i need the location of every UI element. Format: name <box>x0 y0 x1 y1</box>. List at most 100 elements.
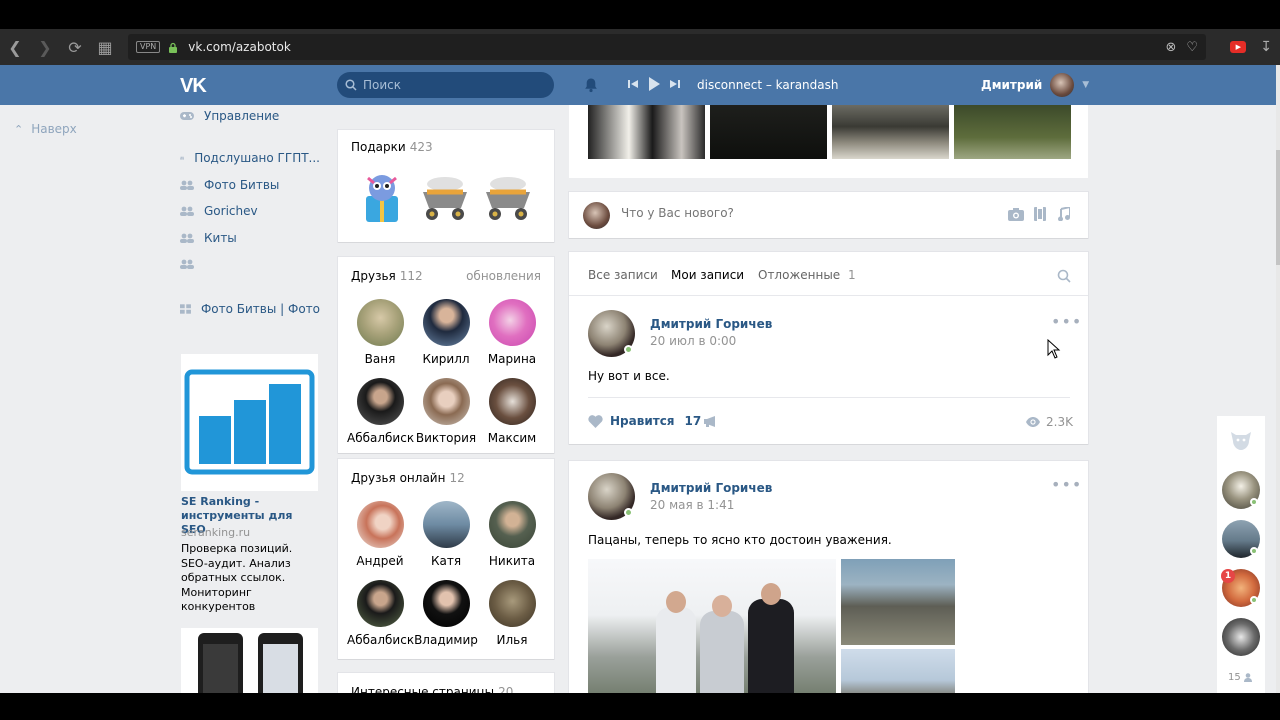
sidebar-item-app[interactable]: Фото Битвы | Фото <box>180 296 320 323</box>
sidebar-item-label: Киты <box>204 230 237 245</box>
friend-item[interactable]: Илья <box>479 580 545 647</box>
back-icon[interactable]: ❮ <box>0 29 30 65</box>
tab-postponed[interactable]: Отложенные 1 <box>758 268 856 282</box>
photo-thumb[interactable] <box>954 105 1071 159</box>
speed-dial-icon[interactable]: ▦ <box>90 29 120 65</box>
friends-title[interactable]: Друзья 112 <box>351 269 423 283</box>
page-scrollbar[interactable] <box>1276 65 1280 693</box>
share-megaphone-icon[interactable] <box>704 416 718 427</box>
online-indicator <box>1250 596 1258 604</box>
reload-icon[interactable]: ⟳ <box>60 29 90 65</box>
post-photo[interactable] <box>841 559 955 645</box>
avatar <box>422 501 470 548</box>
friend-item[interactable]: Аббалбиск <box>347 580 414 647</box>
gift-item[interactable] <box>354 170 410 226</box>
search-input[interactable] <box>363 78 543 92</box>
avatar <box>422 580 470 627</box>
sidebar-item-label: Gorichev <box>204 204 258 219</box>
friend-item[interactable]: Катя <box>413 501 479 568</box>
lock-icon <box>169 42 178 53</box>
heart-bookmark-icon[interactable]: ♡ <box>1186 40 1198 55</box>
sidebar-item-manage[interactable]: Управление <box>180 105 320 127</box>
gift-item[interactable] <box>480 170 536 226</box>
user-menu[interactable]: Дмитрий ▼ <box>981 73 1089 97</box>
friend-item[interactable]: Марина <box>479 299 545 366</box>
new-post-input[interactable] <box>621 206 951 220</box>
gifts-title[interactable]: Подарки 423 <box>351 140 433 154</box>
sidebar-item-group[interactable]: Gorichev <box>180 198 320 225</box>
tab-my-posts[interactable]: Мои записи <box>671 268 744 282</box>
friend-item[interactable]: Ваня <box>347 299 413 366</box>
download-icon[interactable]: ↧ <box>1260 39 1272 55</box>
friends-online-title[interactable]: Друзья онлайн 12 <box>351 471 465 485</box>
post-photo[interactable] <box>588 559 836 693</box>
wall-post: Все записи Мои записи Отложенные 1 Дмитр… <box>569 252 1088 444</box>
avatar <box>356 580 404 627</box>
next-track-icon[interactable] <box>670 79 680 89</box>
post-author[interactable]: Дмитрий Горичев <box>650 317 772 331</box>
bell-icon[interactable] <box>583 77 599 93</box>
friends-online-count: 12 <box>449 471 465 485</box>
sidebar-item-group[interactable] <box>180 251 320 278</box>
ad-domain[interactable]: seranking.ru <box>181 526 250 539</box>
address-bar[interactable]: VPN vk.com/azabotok ⊗ ♡ <box>128 34 1206 60</box>
scroll-to-top-link[interactable]: ⌃ Наверх <box>14 122 77 136</box>
chat-avatar[interactable] <box>1222 618 1260 656</box>
friend-item[interactable]: Кирилл <box>413 299 479 366</box>
url-text[interactable]: vk.com/azabotok <box>188 40 291 54</box>
online-friends-counter[interactable]: 15 <box>1228 672 1252 683</box>
more-options-icon[interactable]: ••• <box>1051 475 1082 494</box>
photo-thumb[interactable] <box>710 105 827 159</box>
interesting-pages-label: Интересные страницы <box>351 685 495 693</box>
friend-name: Никита <box>488 554 536 568</box>
sidebar-item-group[interactable]: Подслушано ГГПТ... <box>180 145 320 172</box>
search-box[interactable] <box>337 72 554 98</box>
sidebar-item-group[interactable]: Киты <box>180 225 320 252</box>
tab-all-posts[interactable]: Все записи <box>588 268 658 282</box>
dog-mascot-icon[interactable] <box>1229 428 1253 452</box>
play-icon[interactable] <box>648 77 660 91</box>
post-date[interactable]: 20 июл в 0:00 <box>650 334 736 348</box>
vk-logo[interactable]: VK <box>180 75 207 98</box>
post-author[interactable]: Дмитрий Горичев <box>650 481 772 495</box>
post-date[interactable]: 20 мая в 1:41 <box>650 498 734 512</box>
search-icon[interactable] <box>1057 269 1071 283</box>
friend-item[interactable]: Виктория <box>413 378 479 445</box>
post-photo[interactable] <box>841 649 955 693</box>
youtube-extension-icon[interactable]: ▶ <box>1230 41 1247 53</box>
like-button[interactable]: Нравится 17 <box>588 414 701 428</box>
heart-icon <box>588 414 603 428</box>
friends-updates-link[interactable]: обновления <box>466 269 541 283</box>
scrollbar-thumb[interactable] <box>1276 150 1280 265</box>
photo-thumb[interactable] <box>588 105 705 159</box>
ad-image-phones[interactable] <box>181 628 318 693</box>
more-options-icon[interactable]: ••• <box>1051 312 1082 331</box>
interesting-pages-title[interactable]: Интересные страницы 20 <box>351 685 513 693</box>
sidebar-item-group[interactable]: Фото Битвы <box>180 172 320 199</box>
vpn-badge[interactable]: VPN <box>136 41 161 53</box>
photo-thumb[interactable] <box>832 105 949 159</box>
friend-item[interactable]: Никита <box>479 501 545 568</box>
friends-block: Друзья 112 обновления Ваня Кирилл Марина … <box>338 257 554 453</box>
left-menu: Управление Подслушано ГГПТ... Фото Битвы… <box>180 105 320 322</box>
gift-item[interactable] <box>417 170 473 226</box>
friend-item[interactable]: Максим <box>479 378 545 445</box>
music-icon[interactable] <box>1058 207 1070 221</box>
previous-track-icon[interactable] <box>628 79 638 89</box>
person-icon <box>1243 673 1252 682</box>
friend-item[interactable]: Аббалбиск <box>347 378 414 445</box>
friend-item[interactable]: Андрей <box>347 501 413 568</box>
online-friends-count: 15 <box>1228 672 1241 683</box>
unread-badge: 1 <box>1221 569 1235 583</box>
now-playing-track[interactable]: disconnect – karandash <box>697 78 838 92</box>
gifts-title-label: Подарки <box>351 140 406 154</box>
camera-icon[interactable] <box>1008 208 1024 221</box>
forward-icon[interactable]: ❯ <box>30 29 60 65</box>
gifts-block: Подарки 423 <box>338 130 554 242</box>
block-icon[interactable]: ⊗ <box>1165 40 1176 55</box>
ad-text[interactable]: Проверка позиций. SEO-аудит. Анализ обра… <box>181 542 321 615</box>
ad-image[interactable] <box>181 354 318 491</box>
friend-item[interactable]: Владимир <box>413 580 479 647</box>
online-indicator <box>1250 498 1258 506</box>
video-icon[interactable] <box>1034 207 1046 221</box>
